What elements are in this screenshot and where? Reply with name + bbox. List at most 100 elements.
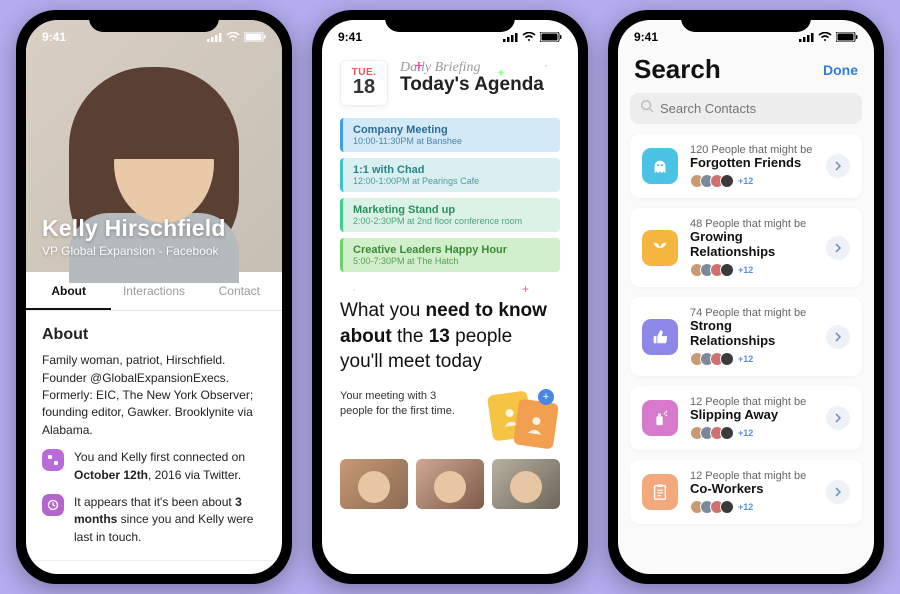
event-sub: 10:00-11:30PM at Banshee — [353, 136, 550, 146]
wifi-icon — [226, 32, 240, 42]
avatar — [720, 352, 734, 366]
screen-briefing: 9:41 +✦··+ TUE. 18 Daily Briefing Today'… — [322, 20, 578, 574]
avatar — [720, 174, 734, 188]
chevron-right-icon[interactable] — [826, 325, 850, 349]
category-name: Slipping Away — [690, 407, 814, 422]
status-time: 9:41 — [42, 30, 66, 44]
notch — [385, 10, 515, 32]
sprout-icon — [642, 230, 678, 266]
avatar-row: +12 — [690, 174, 814, 188]
more-count: +12 — [738, 502, 753, 512]
category-body: 120 People that might beForgotten Friend… — [690, 144, 814, 188]
category-row[interactable]: 12 People that might beSlipping Away+12 — [630, 386, 862, 450]
need-to-know: What you need to know about the 13 peopl… — [322, 278, 578, 383]
category-body: 12 People that might beCo-Workers+12 — [690, 470, 814, 514]
wifi-icon — [522, 32, 536, 42]
search-icon — [640, 99, 654, 118]
event-sub: 12:00-1:00PM at Pearings Cafe — [353, 176, 550, 186]
clock-icon — [42, 494, 64, 516]
signal-icon — [799, 32, 814, 42]
avatar-row: +12 — [690, 352, 814, 366]
category-row[interactable]: 120 People that might beForgotten Friend… — [630, 134, 862, 198]
chevron-right-icon[interactable] — [826, 406, 850, 430]
last-in-touch-text: It appears that it's been about 3 months… — [74, 494, 266, 546]
search-bar[interactable] — [630, 93, 862, 124]
agenda-event[interactable]: Creative Leaders Happy Hour5:00-7:30PM a… — [340, 238, 560, 272]
first-connected-text: You and Kelly first connected on October… — [74, 449, 266, 484]
notes-viewall[interactable]: View All — [217, 572, 266, 574]
avatar-row: +12 — [690, 500, 814, 514]
chevron-right-icon[interactable] — [826, 236, 850, 260]
category-row[interactable]: 48 People that might beGrowing Relations… — [630, 208, 862, 287]
battery-icon — [540, 32, 562, 42]
notes-row: Notes View All — [26, 560, 282, 574]
category-name: Forgotten Friends — [690, 155, 814, 170]
signal-icon — [503, 32, 518, 42]
person-thumb[interactable] — [416, 459, 484, 509]
event-sub: 2:00-2:30PM at 2nd floor conference room — [353, 216, 550, 226]
clipboard-icon — [642, 474, 678, 510]
connect-icon — [42, 449, 64, 471]
chevron-right-icon[interactable] — [826, 154, 850, 178]
about-heading: About — [42, 323, 266, 346]
phone-search: 9:41 Search Done 120 People that might b… — [608, 10, 884, 584]
event-sub: 5:00-7:30PM at The Hatch — [353, 256, 550, 266]
avatar — [720, 263, 734, 277]
status-right — [799, 32, 858, 42]
avatar-row: +12 — [690, 263, 814, 277]
meeting-summary: Your meeting with 3 people for the first… — [322, 383, 578, 449]
event-title: Creative Leaders Happy Hour — [353, 244, 550, 256]
category-body: 74 People that might beStrong Relationsh… — [690, 307, 814, 366]
avatar-row: +12 — [690, 426, 814, 440]
briefing-header: +✦··+ TUE. 18 Daily Briefing Today's Age… — [322, 50, 578, 272]
profile-subtitle: VP Global Expansion - Facebook — [42, 244, 226, 258]
people-cards-illustration: + — [490, 389, 560, 449]
more-count: +12 — [738, 428, 753, 438]
battery-icon — [836, 32, 858, 42]
done-button[interactable]: Done — [823, 62, 858, 78]
screen-profile: 9:41 Kelly Hirschfield VP Global Expansi… — [26, 20, 282, 574]
event-title: 1:1 with Chad — [353, 164, 550, 176]
category-body: 48 People that might beGrowing Relations… — [690, 218, 814, 277]
profile-hero-text: Kelly Hirschfield VP Global Expansion - … — [42, 215, 226, 258]
need-to-know-text: What you need to know about the 13 peopl… — [340, 298, 560, 375]
event-title: Company Meeting — [353, 124, 550, 136]
avatar — [720, 500, 734, 514]
ghost-icon — [642, 148, 678, 184]
about-section: About Family woman, patriot, Hirschfield… — [26, 311, 282, 556]
event-title: Marketing Stand up — [353, 204, 550, 216]
search-header: Search Done — [618, 50, 874, 93]
notch — [89, 10, 219, 32]
meeting-text: Your meeting with 3 people for the first… — [340, 389, 460, 449]
phone-briefing: 9:41 +✦··+ TUE. 18 Daily Briefing Today'… — [312, 10, 588, 584]
notes-label: Notes — [42, 571, 84, 574]
agenda-title: Today's Agenda — [400, 74, 544, 96]
agenda-event[interactable]: 1:1 with Chad12:00-1:00PM at Pearings Ca… — [340, 158, 560, 192]
category-row[interactable]: 12 People that might beCo-Workers+12 — [630, 460, 862, 524]
wifi-icon — [818, 32, 832, 42]
chevron-right-icon[interactable] — [826, 480, 850, 504]
date-num: 18 — [341, 76, 387, 99]
people-thumbnails — [322, 449, 578, 509]
first-connected-row: You and Kelly first connected on October… — [42, 449, 266, 484]
last-in-touch-row: It appears that it's been about 3 months… — [42, 494, 266, 546]
thumbsup-icon — [642, 319, 678, 355]
signal-icon — [207, 32, 222, 42]
more-count: +12 — [738, 265, 753, 275]
agenda-event[interactable]: Marketing Stand up2:00-2:30PM at 2nd flo… — [340, 198, 560, 232]
avatar — [720, 426, 734, 440]
status-time: 9:41 — [338, 30, 362, 44]
search-input[interactable] — [660, 101, 852, 116]
category-name: Growing Relationships — [690, 229, 814, 259]
status-time: 9:41 — [634, 30, 658, 44]
more-count: +12 — [738, 176, 753, 186]
person-thumb[interactable] — [340, 459, 408, 509]
phone-profile: 9:41 Kelly Hirschfield VP Global Expansi… — [16, 10, 292, 584]
person-thumb[interactable] — [492, 459, 560, 509]
briefing-title: Daily Briefing Today's Agenda — [400, 60, 544, 106]
agenda-event[interactable]: Company Meeting10:00-11:30PM at Banshee — [340, 118, 560, 152]
category-row[interactable]: 74 People that might beStrong Relationsh… — [630, 297, 862, 376]
spray-icon — [642, 400, 678, 436]
search-title: Search — [634, 54, 721, 85]
category-name: Co-Workers — [690, 481, 814, 496]
